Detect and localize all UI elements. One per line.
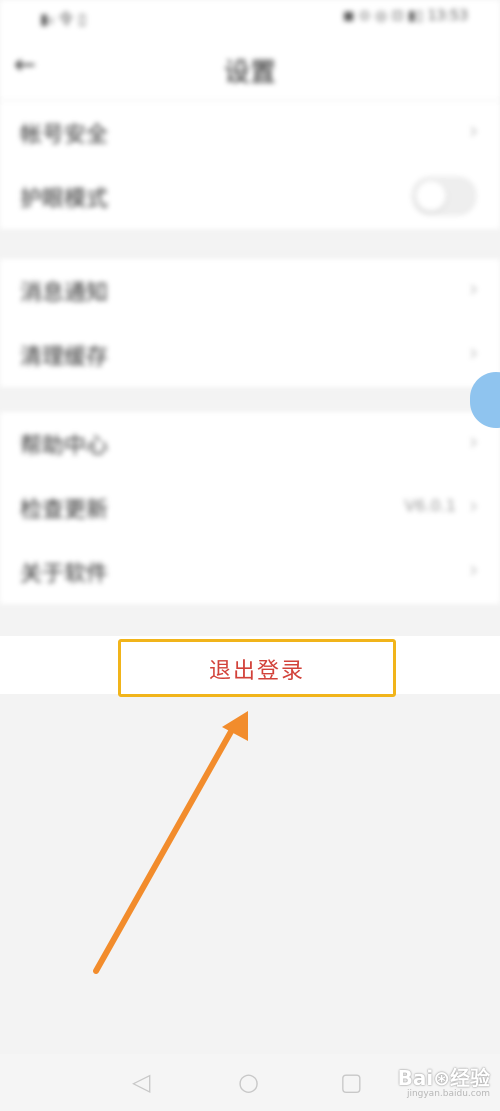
watermark-brand: Bai⊛经验 (397, 1066, 490, 1090)
system-recent-apps-icon[interactable]: ▢ (340, 1068, 363, 1096)
annotation-arrow-shaft (93, 725, 236, 974)
settings-screen: ▮ᵢₗ 令 ▯ ◼ ⊙ ◎ ⊡ ▮▯ 13:53 ← 设置 帐号安全 › 护眼模… (0, 0, 500, 1111)
annotation-arrow (93, 711, 248, 974)
baidu-jingyan-watermark: Bai⊛经验 jingyan.baidu.com (398, 1062, 490, 1099)
watermark-url: jingyan.baidu.com (406, 1089, 490, 1099)
system-back-icon[interactable]: ◁ (132, 1068, 150, 1096)
system-home-icon[interactable]: ○ (238, 1068, 259, 1096)
